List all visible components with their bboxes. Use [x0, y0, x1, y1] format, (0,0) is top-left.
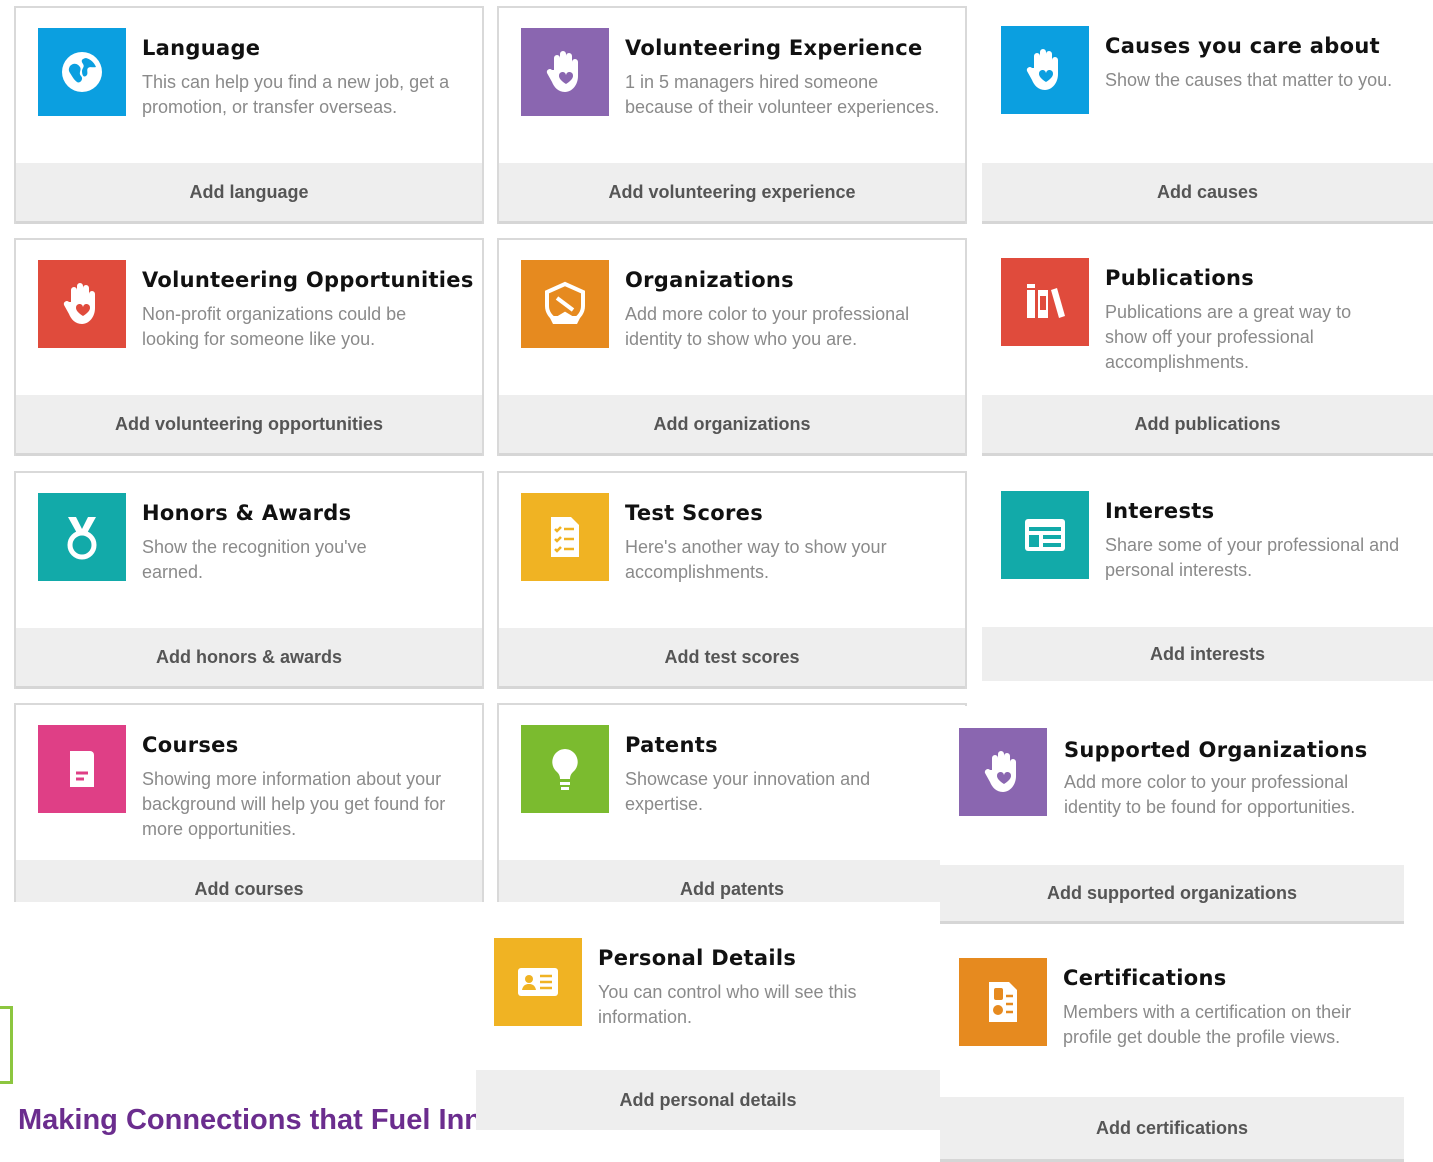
card-title: Publications [1105, 266, 1255, 290]
card-description: 1 in 5 managers hired someone because of… [625, 72, 940, 117]
card-description: Members with a certification on their pr… [1063, 1002, 1352, 1047]
add-certifications-button[interactable]: Add certifications [940, 1097, 1404, 1162]
card-description: Share some of your professional and pers… [1105, 535, 1400, 580]
browser-icon [1001, 491, 1089, 579]
card-description: Showing more information about your back… [142, 769, 446, 839]
add-supported-organizations-button[interactable]: Add supported organizations [940, 865, 1404, 924]
heart-hand-icon [1001, 26, 1089, 114]
card-description: Showcase your innovation and expertise. [625, 769, 871, 814]
lightbulb-icon [521, 725, 609, 813]
card-publications: Publications Publications are a great wa… [982, 238, 1433, 456]
card-causes: Causes you care about Show the causes th… [982, 6, 1433, 224]
add-volunteering-opportunities-button[interactable]: Add volunteering opportunities [16, 395, 482, 456]
certificate-icon [959, 958, 1047, 1046]
card-title: Language [142, 36, 261, 60]
card-courses: Courses Showing more information about y… [14, 703, 484, 921]
books-icon [1001, 258, 1089, 346]
card-volunteering-experience: Volunteering Experience 1 in 5 managers … [497, 6, 967, 224]
card-organizations: Organizations Add more color to your pro… [497, 238, 967, 456]
checklist-icon [521, 493, 609, 581]
book-icon [38, 725, 126, 813]
card-patents: Patents Showcase your innovation and exp… [497, 703, 967, 921]
card-title: Causes you care about [1105, 34, 1380, 58]
card-description: Show the causes that matter to you. [1105, 70, 1393, 90]
decorative-bracket [0, 1006, 13, 1084]
globe-icon [38, 28, 126, 116]
card-title: Organizations [625, 268, 794, 292]
card-title: Courses [142, 733, 239, 757]
card-title: Honors & Awards [142, 501, 352, 525]
heart-hand-icon [38, 260, 126, 348]
card-title: Volunteering Opportunities [142, 268, 474, 292]
card-title: Volunteering Experience [625, 36, 923, 60]
add-organizations-button[interactable]: Add organizations [499, 395, 965, 456]
id-card-icon [494, 938, 582, 1026]
medal-icon [38, 493, 126, 581]
card-volunteering-opportunities: Volunteering Opportunities Non-profit or… [14, 238, 484, 456]
card-title: Personal Details [598, 946, 797, 970]
card-language: Language This can help you find a new jo… [14, 6, 484, 224]
card-interests: Interests Share some of your professiona… [982, 471, 1433, 681]
add-test-scores-button[interactable]: Add test scores [499, 628, 965, 689]
add-personal-details-label[interactable]: Add personal details [476, 1071, 940, 1130]
card-title: Interests [1105, 499, 1215, 523]
card-title: Certifications [1063, 966, 1227, 990]
add-volunteering-experience-button[interactable]: Add volunteering experience [499, 163, 965, 224]
heart-hand-icon [521, 28, 609, 116]
add-honors-awards-button[interactable]: Add honors & awards [16, 628, 482, 689]
card-description: Here's another way to show your accompli… [625, 537, 887, 582]
add-causes-button[interactable]: Add causes [982, 163, 1433, 224]
badge-icon [521, 260, 609, 348]
card-supported-organizations: Supported Organizations Add more color t… [940, 706, 1404, 924]
card-description: You can control who will see this inform… [598, 982, 857, 1027]
add-interests-button[interactable]: Add interests [982, 627, 1433, 681]
card-description: This can help you find a new job, get a … [142, 72, 450, 117]
card-description: Show the recognition you've earned. [142, 537, 367, 582]
add-language-button[interactable]: Add language [16, 163, 482, 224]
card-description: Add more color to your professional iden… [625, 304, 910, 349]
card-description: Non-profit organizations could be lookin… [142, 304, 407, 349]
heart-hand-icon [959, 728, 1047, 816]
card-test-scores: Test Scores Here's another way to show y… [497, 471, 967, 689]
card-title: Test Scores [625, 501, 764, 525]
card-title: Patents [625, 733, 718, 757]
add-publications-button[interactable]: Add publications [982, 395, 1433, 456]
card-honors-awards: Honors & Awards Show the recognition you… [14, 471, 484, 689]
card-description: Publications are a great way to show off… [1105, 302, 1352, 372]
card-description: Add more color to your professional iden… [1064, 772, 1356, 817]
card-certifications: Certifications Members with a certificat… [940, 938, 1404, 1162]
card-title: Supported Organizations [1064, 738, 1368, 762]
